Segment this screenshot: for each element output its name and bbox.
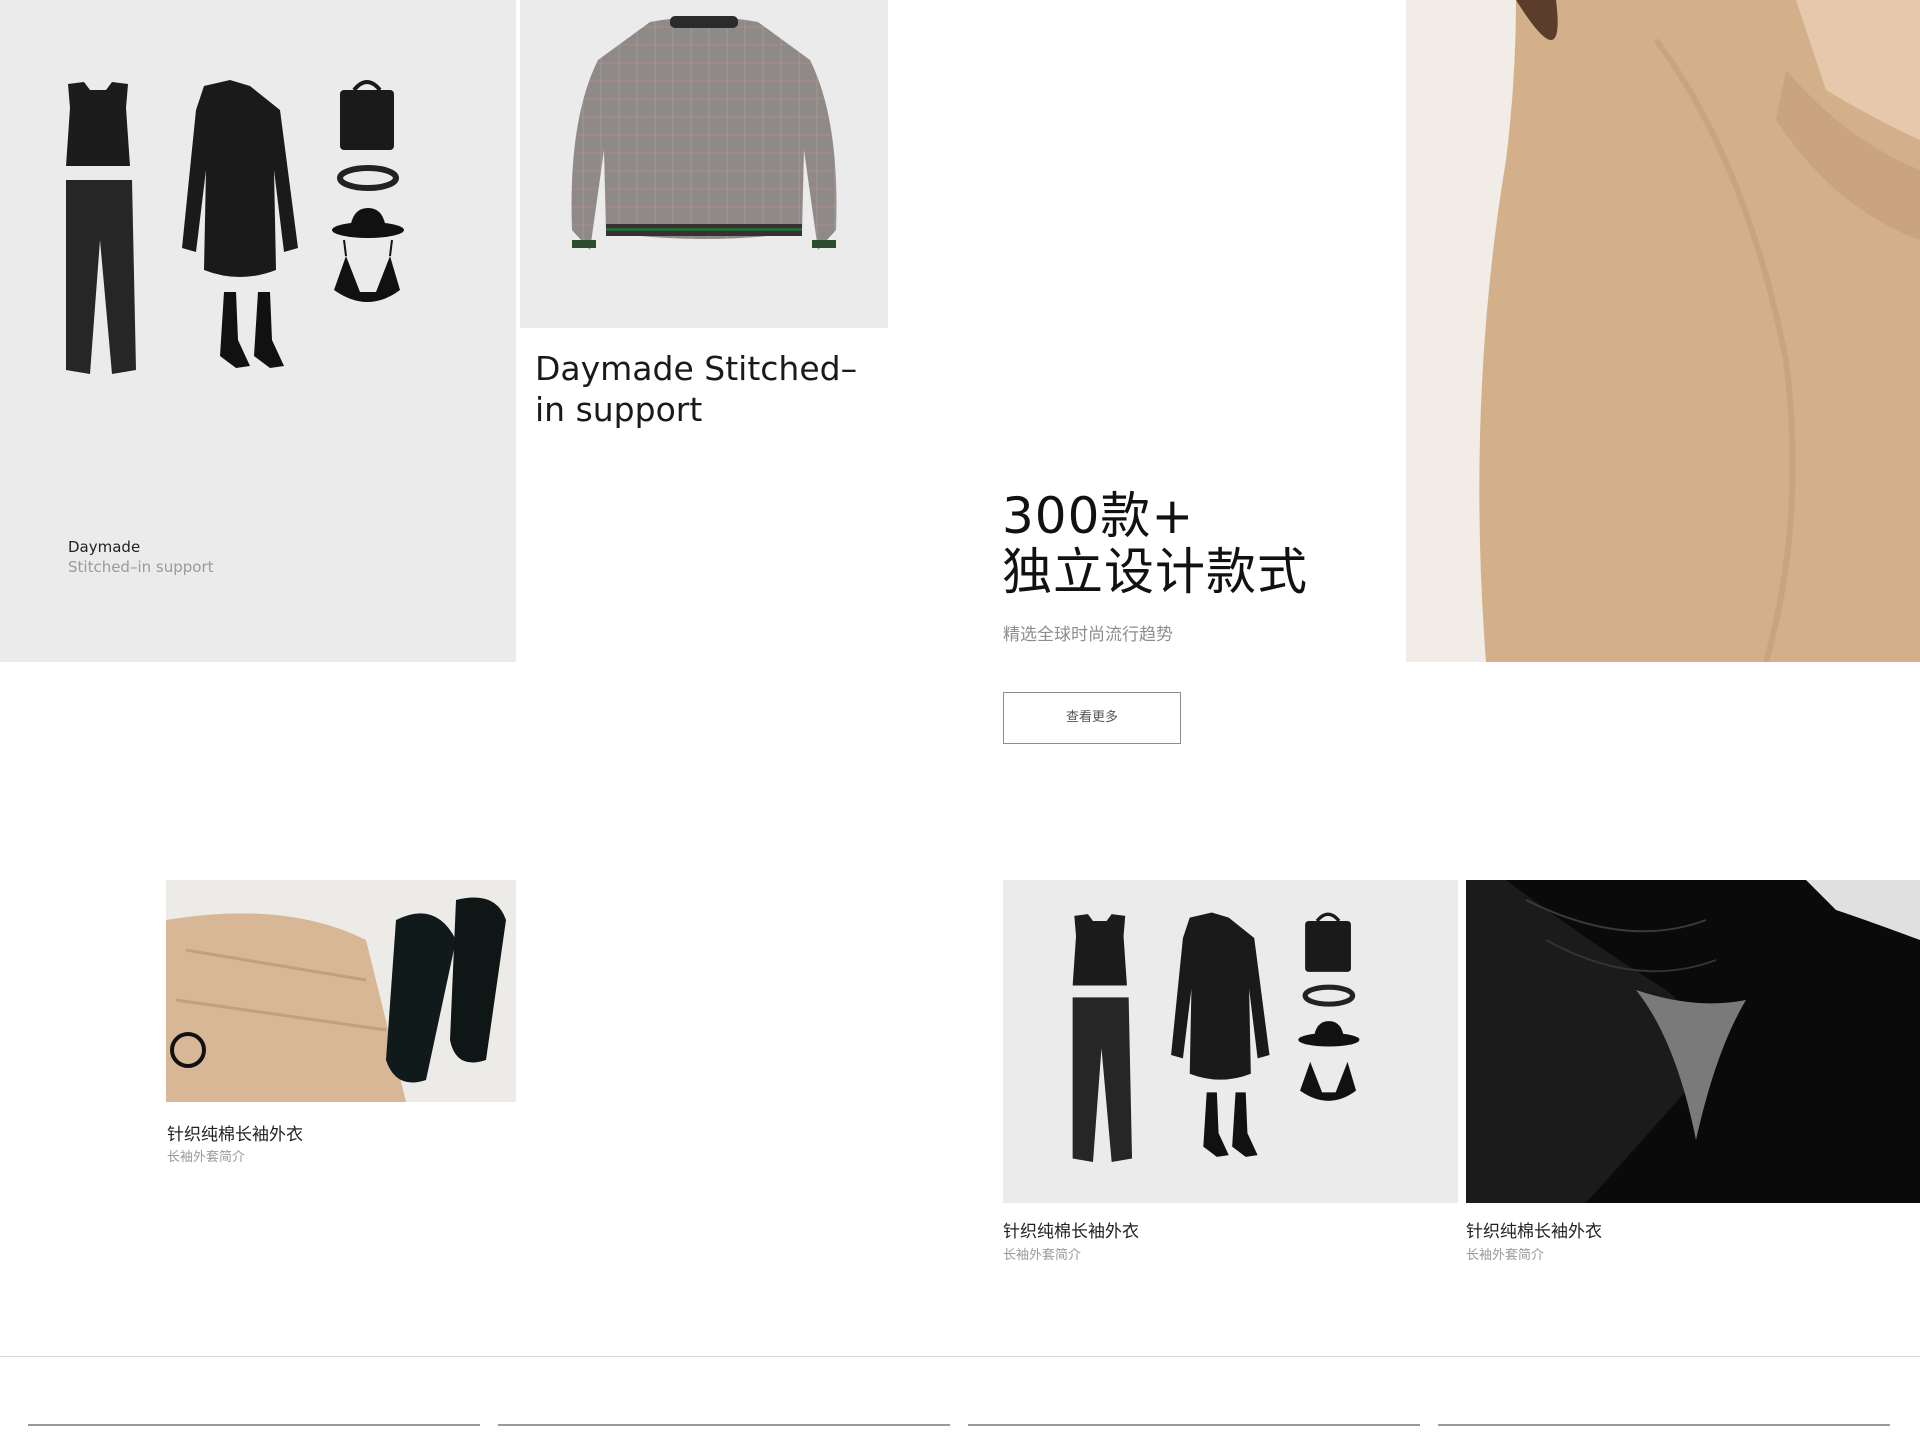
hero-heading-line-2: 独立设计款式 <box>1002 543 1308 601</box>
hero-heading-line-1: 300款+ <box>1002 487 1195 545</box>
outfit-flatlay-image <box>40 70 470 400</box>
view-more-button[interactable]: 查看更多 <box>1003 692 1181 744</box>
footer-column-rule-4 <box>1438 1424 1890 1426</box>
model-tan-sweater-image[interactable] <box>1406 0 1920 662</box>
knit-pants-shoes-image[interactable] <box>166 880 516 1102</box>
footer-column-rule-2 <box>498 1424 950 1426</box>
sweater-card-title: Daymade Stitched–in support <box>535 349 858 429</box>
outfit-flatlay-image-2[interactable] <box>1003 880 1458 1203</box>
product-2-title[interactable]: 针织纯棉长袖外衣 <box>1003 1217 1139 1242</box>
product-1-title[interactable]: 针织纯棉长袖外衣 <box>167 1120 303 1145</box>
outfit-caption-subtitle: Stitched–in support <box>68 558 214 576</box>
portrait-bw-image[interactable] <box>1466 880 1920 1203</box>
plaid-sweater-image[interactable] <box>520 0 888 328</box>
product-3-title[interactable]: 针织纯棉长袖外衣 <box>1466 1217 1602 1242</box>
hero-subtitle: 精选全球时尚流行趋势 <box>1003 625 1173 645</box>
outfit-flatlay-card[interactable]: Daymade Stitched–in support <box>0 0 516 662</box>
outfit-caption-title: Daymade <box>68 538 141 556</box>
product-2-subtitle: 长袖外套简介 <box>1003 1248 1082 1263</box>
product-1-subtitle: 长袖外套简介 <box>167 1150 246 1165</box>
product-3-subtitle: 长袖外套简介 <box>1466 1248 1545 1263</box>
footer-column-rule-3 <box>968 1424 1420 1426</box>
footer-column-rule-1 <box>28 1424 480 1426</box>
hero-heading: 300款+ 独立设计款式 <box>1002 488 1362 600</box>
footer-divider <box>0 1356 1920 1357</box>
